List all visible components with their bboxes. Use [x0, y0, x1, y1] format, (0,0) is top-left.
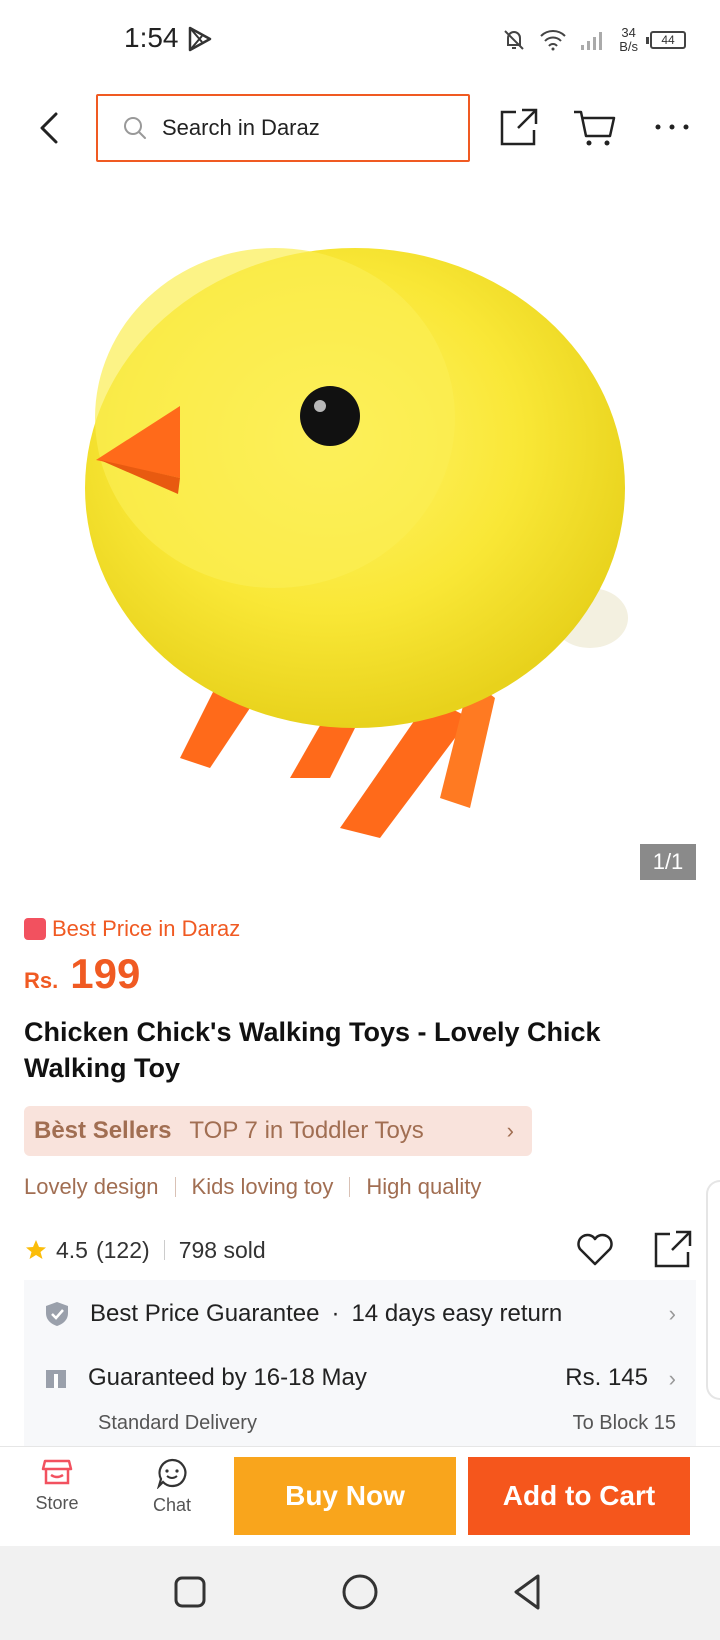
system-nav-bar — [0, 1546, 720, 1640]
chat-icon — [156, 1458, 187, 1489]
store-label: Store — [35, 1493, 79, 1513]
action-bar: Store Chat Buy Now Add to Cart — [0, 1446, 720, 1546]
rating-row: 4.5 (122) 798 sold — [24, 1228, 696, 1272]
divider — [163, 1240, 165, 1260]
shield-check-icon — [46, 1302, 68, 1326]
more-options-icon[interactable] — [652, 106, 692, 148]
network-speed: 34 B/s — [619, 26, 638, 54]
promo-text: Best Price in Daraz — [52, 916, 241, 941]
rating-value[interactable]: 4.5 — [56, 1237, 88, 1264]
heart-icon[interactable] — [574, 1228, 616, 1270]
best-sellers-banner[interactable]: Bèst Sellers TOP 7 in Toddler Toys › — [24, 1106, 532, 1156]
package-icon — [46, 1370, 66, 1388]
cart-icon[interactable] — [572, 106, 616, 148]
add-to-cart-button[interactable]: Add to Cart — [468, 1457, 690, 1535]
signal-icon — [581, 32, 603, 50]
sold-count: 798 sold — [178, 1236, 266, 1263]
price-tag-icon — [24, 918, 46, 940]
status-time: 1:54 — [124, 22, 179, 53]
chevron-right-icon: › — [506, 1118, 514, 1143]
price-currency: Rs. — [24, 968, 59, 993]
guarantee-text: Best Price Guarantee — [90, 1300, 320, 1327]
back-button[interactable] — [30, 106, 70, 150]
play-store-icon — [188, 26, 212, 52]
battery-icon: 44 — [646, 31, 686, 49]
delivery-type: Standard Delivery — [98, 1412, 257, 1434]
image-counter: 1/1 — [640, 844, 696, 880]
divider — [349, 1177, 351, 1197]
network-speed-value: 34 — [621, 25, 636, 40]
product-image[interactable] — [0, 178, 720, 888]
chat-button[interactable]: Chat — [127, 1457, 217, 1537]
best-sellers-label: Bèst Sellers — [34, 1117, 172, 1144]
bell-muted-icon — [504, 30, 524, 50]
delivery-row[interactable]: Guaranteed by 16-18 May Standard Deliver… — [24, 1348, 696, 1450]
search-input[interactable]: Search in Daraz — [96, 94, 470, 162]
chick-toy-image — [85, 248, 628, 838]
network-speed-unit: B/s — [619, 39, 638, 54]
tag-item: Kids loving toy — [191, 1174, 334, 1199]
product-tags: Lovely design Kids loving toy High quali… — [24, 1174, 481, 1200]
tag-item: Lovely design — [24, 1174, 159, 1199]
search-placeholder: Search in Daraz — [162, 115, 320, 140]
tag-item: High quality — [366, 1174, 482, 1199]
chevron-right-icon: › — [668, 1301, 676, 1326]
price-value: 199 — [70, 950, 141, 997]
star-icon — [26, 1240, 46, 1259]
return-policy-text: 14 days easy return — [351, 1300, 563, 1327]
delivery-date: Guaranteed by 16-18 May — [88, 1364, 367, 1391]
delivery-line: Guaranteed by 16-18 May — [44, 1364, 367, 1392]
store-icon — [41, 1459, 73, 1485]
service-panel: Best Price Guarantee · 14 days easy retu… — [24, 1280, 696, 1450]
review-count[interactable]: (122) — [96, 1237, 150, 1264]
product-price: Rs. 199 — [24, 950, 140, 998]
chat-label: Chat — [152, 1495, 192, 1515]
product-title: Chicken Chick's Walking Toys - Lovely Ch… — [24, 1017, 601, 1083]
home-icon[interactable] — [340, 1570, 380, 1614]
recent-apps-icon[interactable] — [172, 1570, 208, 1614]
divider — [174, 1177, 176, 1197]
delivery-destination: To Block 15 — [572, 1412, 676, 1434]
wifi-icon — [540, 30, 566, 51]
chevron-right-icon: › — [668, 1366, 676, 1391]
search-icon — [124, 117, 146, 139]
best-price-promo: Best Price in Daraz — [24, 916, 240, 942]
delivery-fee: Rs. 145 — [565, 1364, 648, 1391]
back-nav-icon[interactable] — [510, 1570, 546, 1614]
store-button[interactable]: Store — [12, 1457, 102, 1537]
status-bar: 1:54 34 B/s 44 — [0, 0, 720, 80]
status-icons: 34 B/s 44 — [501, 22, 686, 58]
separator-dot: · — [331, 1300, 340, 1327]
guarantee-row[interactable]: Best Price Guarantee · 14 days easy retu… — [24, 1280, 696, 1348]
buy-now-button[interactable]: Buy Now — [234, 1457, 456, 1535]
share-icon[interactable] — [498, 106, 540, 148]
top-nav: Search in Daraz — [0, 92, 720, 164]
side-drawer-handle[interactable] — [706, 1180, 720, 1400]
share-icon[interactable] — [652, 1228, 694, 1270]
best-sellers-rank: TOP 7 in Toddler Toys — [189, 1117, 424, 1144]
